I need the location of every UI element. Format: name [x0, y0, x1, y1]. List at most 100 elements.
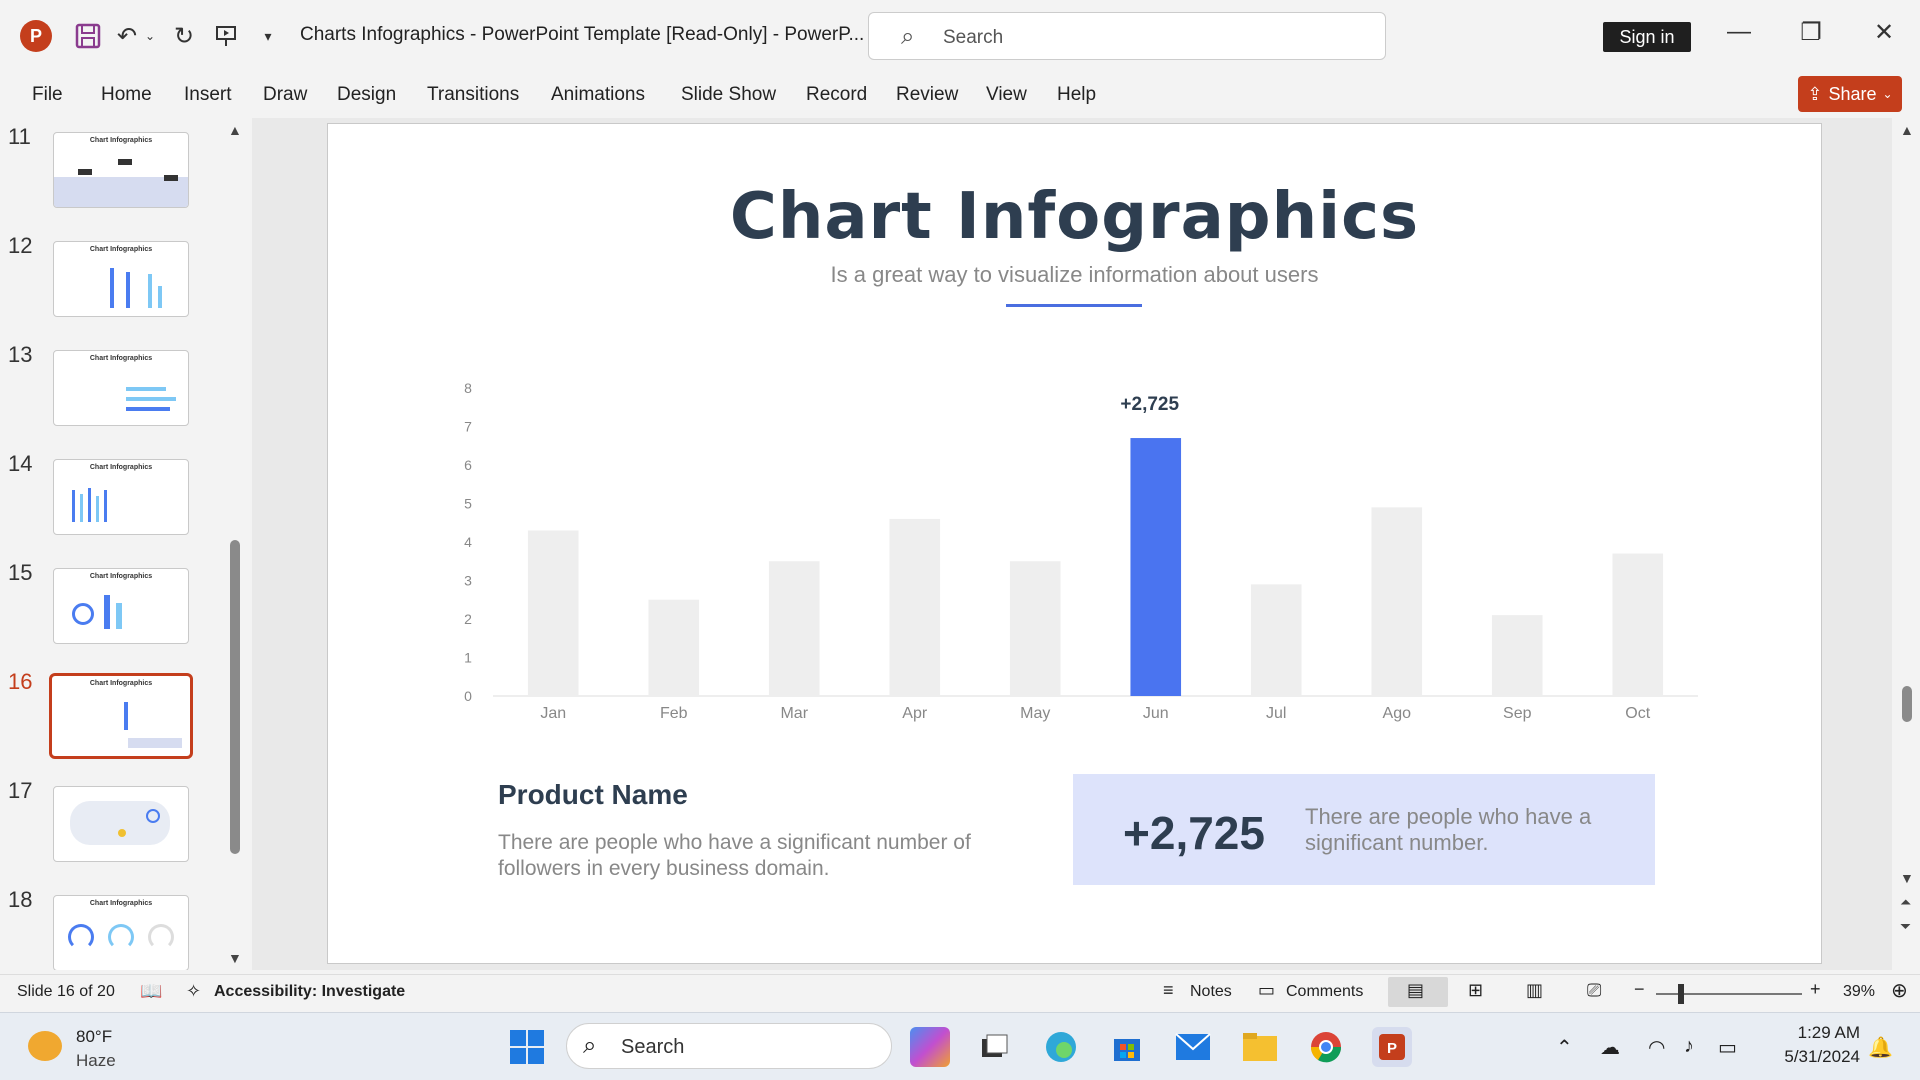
bar-jun[interactable] — [1130, 438, 1182, 696]
save-icon[interactable] — [70, 20, 106, 52]
restore-icon[interactable]: ❐ — [1791, 18, 1831, 47]
editor-scroll-thumb[interactable] — [1902, 686, 1912, 722]
volume-icon[interactable]: ♪ — [1684, 1035, 1694, 1058]
accessibility-status[interactable]: Accessibility: Investigate — [214, 983, 405, 1001]
system-clock[interactable]: 1:29 AM 5/31/2024 — [1760, 1021, 1860, 1069]
scroll-up-icon[interactable]: ▲ — [228, 122, 242, 138]
bar-may[interactable] — [1009, 561, 1061, 696]
x-tick-label: Ago — [1383, 705, 1412, 722]
tab-file[interactable]: File — [32, 84, 63, 106]
undo-dropdown-icon[interactable]: ⌄ — [142, 20, 158, 52]
spellcheck-icon[interactable]: 📖 — [140, 981, 162, 1002]
notification-bell-icon[interactable]: 🔔 — [1868, 1035, 1893, 1060]
task-view-icon[interactable] — [974, 1027, 1014, 1067]
thumb-number: 11 — [8, 124, 31, 149]
redo-icon[interactable]: ↻ — [168, 20, 200, 52]
stat-value: +2,725 — [1123, 807, 1265, 859]
bar-ago[interactable] — [1371, 507, 1423, 696]
show-hidden-icons-icon[interactable]: ⌃ — [1556, 1035, 1573, 1060]
slide-thumbnail-12[interactable]: Chart Infographics — [53, 241, 189, 317]
tab-transitions[interactable]: Transitions — [427, 84, 519, 106]
zoom-slider-handle[interactable] — [1678, 984, 1684, 1004]
stat-box[interactable]: +2,725 There are people who have a signi… — [1073, 774, 1655, 885]
y-tick-label: 3 — [464, 573, 472, 589]
battery-icon[interactable]: ▭ — [1718, 1035, 1737, 1060]
powerpoint-taskbar-icon[interactable]: P — [1372, 1027, 1412, 1067]
bar-feb[interactable] — [648, 599, 700, 696]
x-tick-label: Jul — [1266, 705, 1286, 722]
bar-jan[interactable] — [527, 530, 579, 696]
onedrive-icon[interactable]: ☁ — [1600, 1035, 1620, 1060]
slideshow-view-icon[interactable]: ⎚ — [1587, 980, 1601, 1001]
bar-apr[interactable] — [889, 518, 941, 696]
chrome-icon[interactable] — [1306, 1027, 1346, 1067]
sign-in-button[interactable]: Sign in — [1603, 22, 1691, 52]
next-slide-icon[interactable]: ⏷ — [1900, 918, 1911, 935]
windows-start-icon[interactable] — [507, 1027, 547, 1067]
slide-thumbnail-14[interactable]: Chart Infographics — [53, 459, 189, 535]
tab-view[interactable]: View — [986, 84, 1027, 106]
bar-chart[interactable]: 0 1 2 3 4 5 6 7 8 Jan Feb Mar Apr May Jun +2,725 Jul Ago S… — [448, 364, 1708, 744]
tab-record[interactable]: Record — [806, 84, 867, 106]
slide-sorter-icon[interactable]: ⊞ — [1468, 980, 1483, 1001]
close-icon[interactable]: ✕ — [1864, 18, 1904, 47]
thumb-shape — [148, 274, 152, 308]
tab-help[interactable]: Help — [1057, 84, 1096, 106]
thumbnail-scrollbar[interactable] — [230, 540, 240, 854]
share-icon: ⇪ — [1807, 83, 1823, 104]
scroll-down-icon[interactable]: ▼ — [1900, 870, 1914, 886]
share-button[interactable]: ⇪ Share ⌄ — [1798, 76, 1902, 112]
search-input[interactable]: ⌕ Search — [868, 12, 1386, 60]
tab-draw[interactable]: Draw — [263, 84, 307, 106]
status-bar: Slide 16 of 20 📖 ✧ Accessibility: Invest… — [0, 974, 1920, 1010]
thumb-shape — [164, 175, 178, 181]
wifi-icon[interactable]: ◠ — [1648, 1035, 1665, 1060]
edge-browser-icon[interactable] — [1041, 1027, 1081, 1067]
zoom-level[interactable]: 39% — [1843, 983, 1875, 1001]
mail-icon[interactable] — [1173, 1027, 1213, 1067]
notes-icon[interactable]: ≡ — [1163, 980, 1174, 1001]
microsoft-store-icon[interactable] — [1107, 1027, 1147, 1067]
comments-button[interactable]: Comments — [1286, 983, 1363, 1001]
product-description[interactable]: There are people who have a significant … — [498, 830, 1038, 882]
tab-animations[interactable]: Animations — [551, 84, 645, 106]
present-icon[interactable] — [210, 20, 242, 52]
bar-jul[interactable] — [1250, 584, 1302, 696]
slide-thumbnail-18[interactable]: Chart Infographics — [53, 895, 189, 970]
bar-oct[interactable] — [1612, 553, 1664, 696]
tab-design[interactable]: Design — [337, 84, 396, 106]
thumb-shape — [126, 387, 166, 391]
undo-icon[interactable]: ↶ — [112, 20, 142, 52]
fit-to-window-icon[interactable]: ⊕ — [1891, 978, 1908, 1003]
reading-view-icon[interactable]: ▥ — [1526, 980, 1543, 1001]
tab-review[interactable]: Review — [896, 84, 958, 106]
slide-title[interactable]: Chart Infographics — [328, 180, 1821, 254]
zoom-out-icon[interactable]: − — [1634, 979, 1645, 1000]
slide-subtitle[interactable]: Is a great way to visualize information … — [328, 262, 1821, 288]
comments-icon[interactable]: ▭ — [1258, 980, 1275, 1001]
slide-thumbnail-16[interactable]: Chart Infographics — [49, 673, 193, 759]
slide-thumbnail-15[interactable]: Chart Infographics — [53, 568, 189, 644]
taskbar-search[interactable]: ⌕ Search — [566, 1023, 892, 1069]
product-name[interactable]: Product Name — [498, 779, 688, 811]
slide-thumbnail-11[interactable]: Chart Infographics — [53, 132, 189, 208]
zoom-in-icon[interactable]: + — [1810, 979, 1821, 1000]
copilot-icon[interactable] — [910, 1027, 950, 1067]
accessibility-icon[interactable]: ✧ — [186, 981, 201, 1002]
slide-thumbnail-17[interactable] — [53, 786, 189, 862]
previous-slide-icon[interactable]: ⏶ — [1900, 894, 1911, 911]
scroll-down-icon[interactable]: ▼ — [228, 950, 242, 966]
x-tick-label: Sep — [1503, 705, 1532, 722]
bar-mar[interactable] — [768, 561, 820, 696]
tab-slide-show[interactable]: Slide Show — [681, 84, 776, 106]
file-explorer-icon[interactable] — [1240, 1027, 1280, 1067]
slide-canvas[interactable]: Chart Infographics Is a great way to vis… — [327, 123, 1822, 964]
tab-insert[interactable]: Insert — [184, 84, 232, 106]
scroll-up-icon[interactable]: ▲ — [1900, 122, 1914, 138]
minimize-icon[interactable]: — — [1719, 18, 1759, 46]
customize-toolbar-icon[interactable]: ▾ — [258, 20, 278, 52]
tab-home[interactable]: Home — [101, 84, 152, 106]
notes-button[interactable]: Notes — [1190, 983, 1232, 1001]
slide-thumbnail-13[interactable]: Chart Infographics — [53, 350, 189, 426]
bar-sep[interactable] — [1491, 615, 1543, 696]
